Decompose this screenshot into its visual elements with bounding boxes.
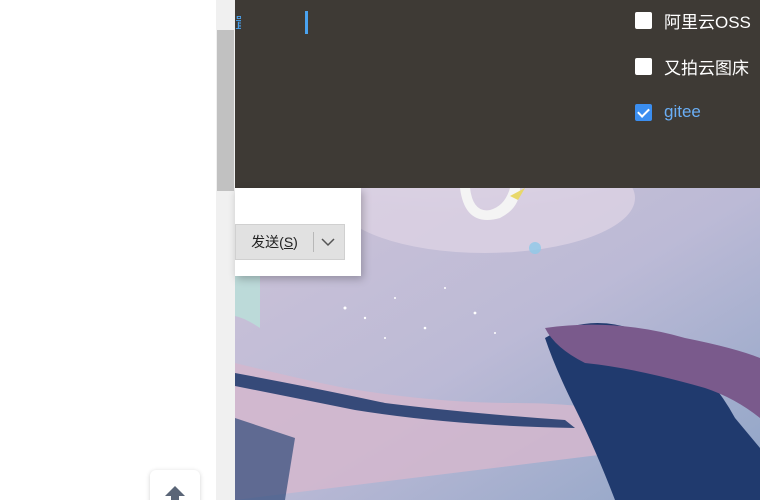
send-button-group: 发送(S) [235,224,345,260]
send-button-text: 发送( [251,234,284,250]
aliyun-oss-checkbox[interactable] [635,11,652,29]
option-aliyun-oss[interactable]: 阿里云OSS [635,8,751,32]
upyun-checkbox[interactable] [635,57,652,75]
send-button[interactable]: 发送(S) [236,232,313,252]
option-gitee[interactable]: gitee [635,100,701,124]
scrollbar-thumb[interactable] [217,30,234,191]
upyun-label: 又拍云图床 [664,58,749,78]
send-accelerator-key: S [283,234,294,250]
send-button-close: ) [293,234,298,250]
arrow-up-icon [165,486,185,500]
option-upyun[interactable]: 又拍云图床 [635,54,749,78]
gitee-label: gitee [664,102,701,121]
settings-link[interactable]: 置 [235,13,241,35]
text-cursor [305,11,308,34]
gitee-checkbox[interactable] [635,103,652,121]
aliyun-oss-label: 阿里云OSS [664,12,751,32]
send-options-dropdown[interactable] [314,225,344,259]
left-blank-panel [0,0,216,500]
chevron-down-icon [321,238,335,247]
back-to-top-button[interactable] [150,470,200,500]
